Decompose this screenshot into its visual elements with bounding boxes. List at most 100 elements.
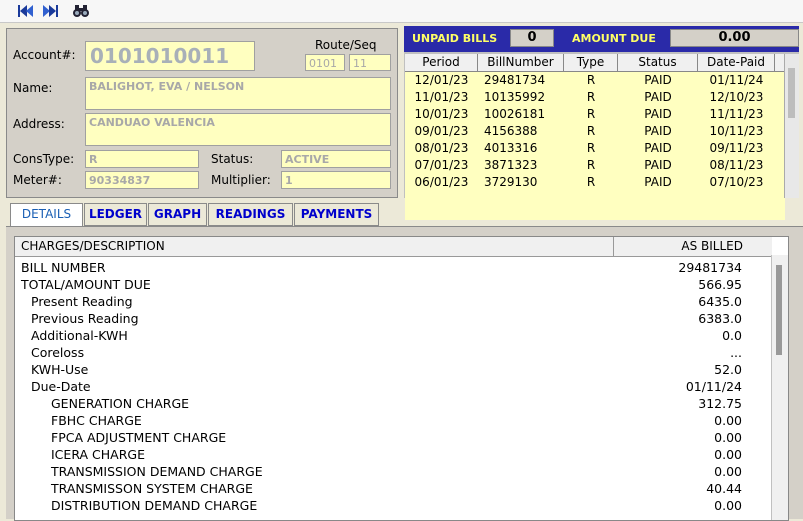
- tab-graph[interactable]: GRAPH: [148, 203, 207, 226]
- address-field[interactable]: CANDUAO VALENCIA: [85, 113, 391, 146]
- col-period[interactable]: Period: [405, 54, 478, 71]
- first-record-icon[interactable]: [16, 2, 34, 20]
- charge-label: TRANSMISSON SYSTEM CHARGE: [51, 481, 253, 496]
- bill-period: 09/01/23: [414, 124, 469, 138]
- charge-label: FBHC CHARGE: [51, 413, 142, 428]
- bill-status: PAID: [644, 141, 672, 155]
- col-date-paid[interactable]: Date-Paid: [698, 54, 775, 71]
- amount-due-value: 0.00: [670, 29, 799, 47]
- col-charges-description[interactable]: CHARGES/DESCRIPTION: [21, 239, 165, 253]
- charge-row[interactable]: Previous Reading 6383.0: [15, 310, 772, 327]
- charge-value: 0.00: [714, 447, 742, 462]
- charge-label: DISTRIBUTION DEMAND CHARGE: [51, 498, 258, 513]
- bills-scrollbar[interactable]: [784, 54, 799, 198]
- charge-label: Coreloss: [31, 345, 85, 360]
- bill-type: R: [586, 124, 596, 138]
- col-billnumber[interactable]: BillNumber: [478, 54, 564, 71]
- bill-row[interactable]: 11/01/23 10135992 R PAID 12/10/23: [405, 89, 785, 106]
- charge-row[interactable]: KWH-Use 52.0: [15, 361, 772, 378]
- charges-table[interactable]: CHARGES/DESCRIPTION AS BILLED BILL NUMBE…: [14, 236, 789, 521]
- meter-field[interactable]: 90334837: [85, 171, 199, 189]
- charge-value: 0.00: [714, 430, 742, 445]
- col-as-billed[interactable]: AS BILLED: [613, 237, 747, 256]
- charge-label: GENERATION CHARGE: [51, 396, 190, 411]
- charge-row[interactable]: Coreloss...: [15, 344, 772, 361]
- bill-date-paid: 07/10/23: [709, 175, 764, 189]
- address-label: Address:: [13, 117, 65, 131]
- charges-table-header: CHARGES/DESCRIPTION AS BILLED: [15, 237, 772, 257]
- charge-label: ICERA CHARGE: [51, 447, 145, 462]
- charge-row[interactable]: FPCA ADJUSTMENT CHARGE 0.00: [15, 429, 772, 446]
- bill-row[interactable]: 07/01/23 3871323 R PAID 08/11/23: [405, 157, 785, 174]
- charges-scrollbar[interactable]: [771, 255, 788, 520]
- bill-number: 4156388: [484, 124, 538, 138]
- tab-payments[interactable]: PAYMENTS: [294, 203, 379, 226]
- bill-type: R: [586, 73, 596, 87]
- bill-row[interactable]: 10/01/23 10026181 R PAID 11/11/23: [405, 106, 785, 123]
- charge-value: 0.0: [722, 328, 742, 343]
- bills-table[interactable]: Period BillNumber Type Status Date-Paid …: [405, 54, 785, 220]
- charge-label: FPCA ADJUSTMENT CHARGE: [51, 430, 227, 445]
- account-panel: Account#: 0101010011 Route/Seq 0101 11 N…: [6, 28, 398, 198]
- charge-value: 0.00: [714, 498, 742, 513]
- bill-period: 11/01/23: [414, 90, 469, 104]
- charge-row[interactable]: TRANSMISSON SYSTEM CHARGE 40.44: [15, 480, 772, 497]
- bill-date-paid: 10/11/23: [709, 124, 764, 138]
- toolbar: [0, 0, 803, 23]
- bill-type: R: [586, 107, 596, 121]
- col-status[interactable]: Status: [618, 54, 698, 71]
- charges-scrollbar-thumb[interactable]: [776, 265, 782, 355]
- bill-row[interactable]: 12/01/23 29481734 R PAID 01/11/24: [405, 72, 785, 89]
- bill-date-paid: 12/10/23: [709, 90, 764, 104]
- col-type[interactable]: Type: [564, 54, 618, 71]
- bill-number: 4013316: [484, 141, 538, 155]
- bills-summary-bar: UNPAID BILLS 0 AMOUNT DUE 0.00: [404, 26, 799, 52]
- bill-status: PAID: [644, 175, 672, 189]
- tab-readings[interactable]: READINGS: [208, 203, 293, 226]
- charge-value: 01/11/24: [685, 379, 742, 394]
- account-number-field[interactable]: 0101010011: [85, 41, 255, 71]
- bill-type: R: [586, 90, 596, 104]
- tab-ledger[interactable]: LEDGER: [84, 203, 147, 226]
- tab-details[interactable]: DETAILS: [10, 203, 83, 227]
- multiplier-field[interactable]: 1: [281, 171, 391, 189]
- charge-value: 0.00: [714, 464, 742, 479]
- bills-table-header: Period BillNumber Type Status Date-Paid: [405, 54, 785, 72]
- constype-field[interactable]: R: [85, 150, 199, 168]
- next-record-icon[interactable]: [42, 2, 60, 20]
- charge-label: Previous Reading: [31, 311, 139, 326]
- charge-row[interactable]: GENERATION CHARGE 312.75: [15, 395, 772, 412]
- details-panel: CHARGES/DESCRIPTION AS BILLED BILL NUMBE…: [6, 226, 803, 521]
- charge-row[interactable]: BILL NUMBER 29481734: [15, 259, 772, 276]
- name-label: Name:: [13, 81, 53, 95]
- charge-row[interactable]: FBHC CHARGE 0.00: [15, 412, 772, 429]
- charge-value: 0.00: [714, 413, 742, 428]
- bill-date-paid: 01/11/24: [709, 73, 764, 87]
- charge-row[interactable]: TRANSMISSION DEMAND CHARGE 0.00: [15, 463, 772, 480]
- charge-row[interactable]: Due-Date 01/11/24: [15, 378, 772, 395]
- charge-row[interactable]: ICERA CHARGE 0.00: [15, 446, 772, 463]
- bill-number: 10026181: [484, 107, 546, 121]
- bill-type: R: [586, 158, 596, 172]
- charge-label: Due-Date: [31, 379, 91, 394]
- charge-row[interactable]: TOTAL/AMOUNT DUE 566.95: [15, 276, 772, 293]
- name-field[interactable]: BALIGHOT, EVA / NELSON: [85, 77, 391, 110]
- bill-period: 08/01/23: [414, 141, 469, 155]
- charge-row[interactable]: Additional-KWH 0.0: [15, 327, 772, 344]
- charge-row[interactable]: Present Reading 6435.0: [15, 293, 772, 310]
- bill-number: 3729130: [484, 175, 538, 189]
- bill-status: PAID: [644, 107, 672, 121]
- bill-period: 12/01/23: [414, 73, 469, 87]
- constype-label: ConsType:: [13, 152, 75, 166]
- search-binoculars-icon[interactable]: [72, 2, 90, 20]
- status-field[interactable]: ACTIVE: [281, 150, 391, 168]
- bill-row[interactable]: 09/01/23 4156388 R PAID 10/11/23: [405, 123, 785, 140]
- seq-field[interactable]: 11: [349, 54, 391, 71]
- bill-row[interactable]: 08/01/23 4013316 R PAID 09/11/23: [405, 140, 785, 157]
- bill-status: PAID: [644, 90, 672, 104]
- route-field[interactable]: 0101: [305, 54, 345, 71]
- bill-row[interactable]: 06/01/23 3729130 R PAID 07/10/23: [405, 174, 785, 191]
- bills-scrollbar-thumb[interactable]: [788, 68, 795, 118]
- charge-value: 312.75: [698, 396, 742, 411]
- charge-row[interactable]: DISTRIBUTION DEMAND CHARGE 0.00: [15, 497, 772, 514]
